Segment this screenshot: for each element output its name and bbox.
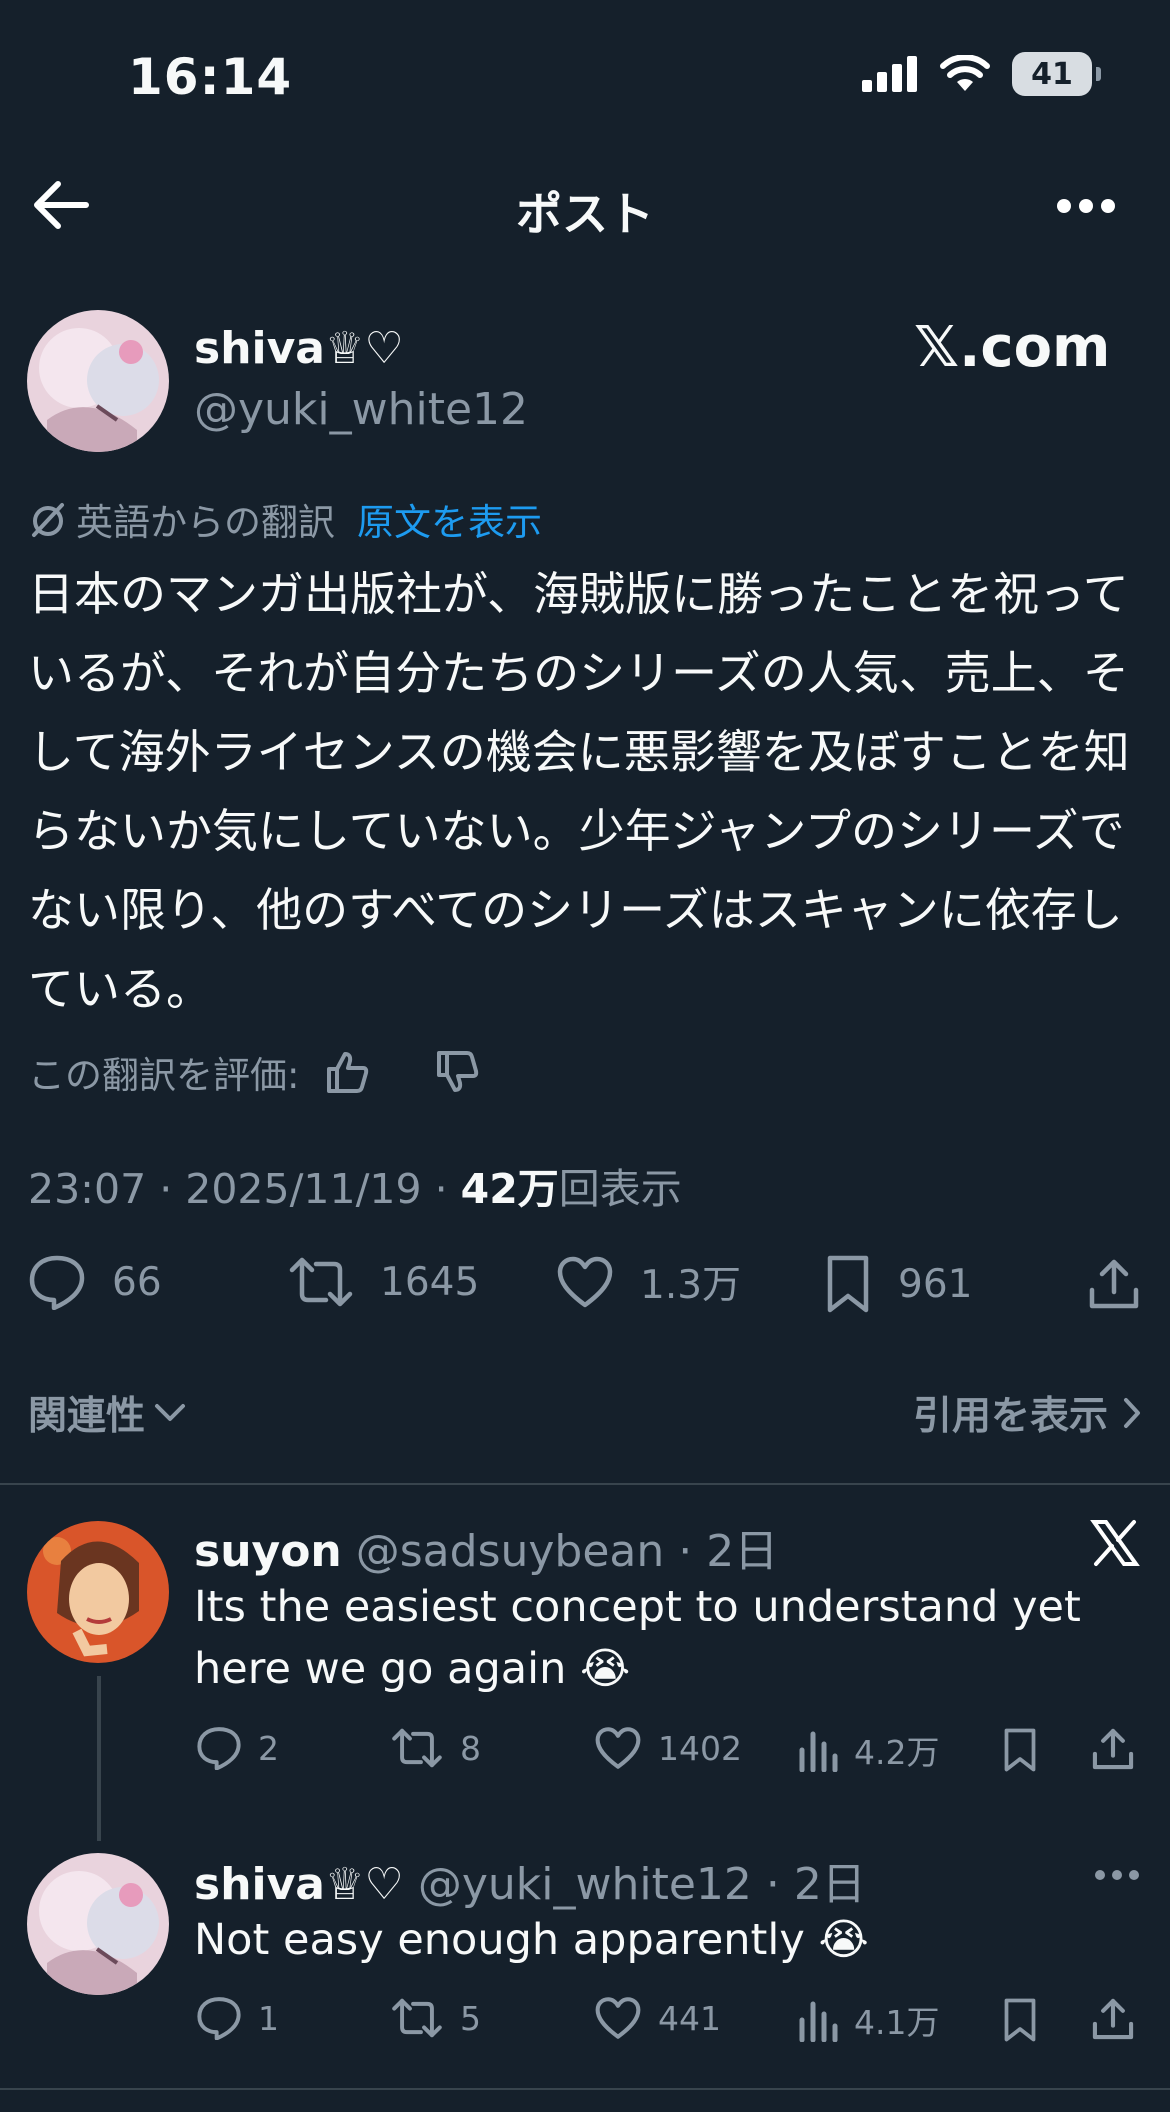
- reply-icon: [197, 1727, 241, 1770]
- like-count: 1402: [658, 1728, 742, 1768]
- share-icon[interactable]: [1090, 1726, 1136, 1772]
- author-handle[interactable]: @yuki_white12: [194, 384, 528, 435]
- reply-icon: [197, 1997, 241, 2040]
- reply-repost-button[interactable]: 5: [390, 1996, 481, 2040]
- x-logo-icon: [1090, 1520, 1140, 1566]
- post-body: 日本のマンガ出版社が、海賊版に勝ったことを祝っているが、それが自分たちのシリーズ…: [28, 567, 1130, 1016]
- rate-translation: この翻訳を評価:: [28, 1045, 479, 1099]
- show-original-link[interactable]: 原文を表示: [357, 492, 542, 546]
- bookmark-icon: [827, 1255, 869, 1313]
- repost-icon: [289, 1257, 353, 1307]
- watermark: 𝕏.com: [914, 315, 1111, 380]
- view-quotes-label: 引用を表示: [912, 1394, 1108, 1439]
- more-options-icon[interactable]: [1056, 198, 1116, 214]
- views-icon: [799, 2001, 838, 2042]
- reply-header: suyon @sadsuybean · 2日: [194, 1515, 778, 1579]
- chevron-right-icon: [1124, 1398, 1140, 1428]
- repost-icon: [392, 1728, 442, 1768]
- reply-author-handle[interactable]: @yuki_white12: [418, 1859, 752, 1910]
- status-icons: 41: [862, 52, 1101, 96]
- more-options-icon[interactable]: [1094, 1868, 1140, 1882]
- signal-icon: [862, 56, 917, 92]
- thumbs-up-icon[interactable]: [325, 1051, 369, 1093]
- reply-like-button[interactable]: 1402: [594, 1726, 742, 1770]
- share-icon[interactable]: [1086, 1256, 1142, 1312]
- bookmark-icon[interactable]: [1002, 1996, 1038, 2044]
- thread-line: [97, 1676, 101, 1841]
- views-count: 4.2万: [854, 1733, 940, 1772]
- wifi-icon: [940, 55, 990, 91]
- translate-icon: [32, 503, 64, 537]
- views-count: 42万: [460, 1165, 559, 1213]
- reply-repost-button[interactable]: 8: [390, 1726, 481, 1770]
- view-quotes-link[interactable]: 引用を表示: [913, 1385, 1142, 1441]
- reply-views-button[interactable]: 4.2万: [798, 1726, 939, 1774]
- reply-reply-button[interactable]: 2: [196, 1726, 279, 1770]
- like-count: 441: [658, 1998, 721, 2038]
- reply-author-name[interactable]: shiva♕♡: [194, 1859, 404, 1910]
- reply-avatar[interactable]: [27, 1521, 169, 1663]
- divider: [0, 1483, 1170, 1485]
- author-name[interactable]: shiva♕♡: [194, 323, 404, 374]
- repost-count: 1645: [380, 1259, 480, 1305]
- reply-icon: [29, 1255, 85, 1310]
- reply-time: · 2日: [678, 1526, 779, 1577]
- repost-button[interactable]: 1645: [288, 1254, 479, 1310]
- thumbs-down-icon[interactable]: [435, 1051, 479, 1093]
- repost-count: 8: [460, 1728, 481, 1768]
- heart-icon: [557, 1256, 613, 1308]
- reply-author-handle[interactable]: @sadsuybean: [356, 1526, 665, 1577]
- reply-count: 66: [112, 1259, 162, 1305]
- repost-icon: [392, 1998, 442, 2038]
- bookmark-count: 961: [898, 1261, 973, 1307]
- reply-header: shiva♕♡ @yuki_white12 · 2日: [194, 1848, 866, 1912]
- status-time: 16:14: [128, 48, 293, 106]
- translation-label: 英語からの翻訳: [76, 501, 335, 544]
- reply-count: 2: [258, 1728, 279, 1768]
- repost-count: 5: [460, 1998, 481, 2038]
- views-icon: [799, 1731, 838, 1772]
- views-count: 4.1万: [854, 2003, 940, 2042]
- like-button[interactable]: 1.3万: [556, 1254, 741, 1310]
- reply-avatar[interactable]: [27, 1853, 169, 1995]
- post-timestamp: 23:07 · 2025/11/19 ·: [28, 1165, 461, 1213]
- reply-views-button[interactable]: 4.1万: [798, 1996, 939, 2044]
- reply-text: Not easy enough apparently 😭: [194, 1915, 869, 1965]
- sort-label: 関連性: [28, 1394, 146, 1439]
- reply-time: · 2日: [765, 1859, 866, 1910]
- chevron-down-icon: [155, 1404, 186, 1421]
- reply-text: Its the easiest concept to understand ye…: [194, 1582, 1081, 1694]
- heart-icon: [595, 1727, 641, 1769]
- translation-bar: 英語からの翻訳 原文を表示: [28, 492, 542, 546]
- bookmark-button[interactable]: 961: [824, 1254, 972, 1314]
- reply-author-name[interactable]: suyon: [194, 1526, 342, 1577]
- divider: [0, 2088, 1170, 2090]
- reply-like-button[interactable]: 441: [594, 1996, 721, 2040]
- battery-icon: 41: [1012, 52, 1101, 96]
- page-title: ポスト: [516, 187, 654, 241]
- bookmark-icon[interactable]: [1002, 1726, 1038, 1774]
- post-meta: 23:07 · 2025/11/19 · 42万回表示: [28, 1155, 682, 1215]
- reply-reply-button[interactable]: 1: [196, 1996, 279, 2040]
- author-avatar[interactable]: [27, 310, 169, 452]
- share-icon[interactable]: [1090, 1996, 1136, 2042]
- reply-button[interactable]: 66: [28, 1254, 162, 1310]
- reply-count: 1: [258, 1998, 279, 2038]
- sort-dropdown[interactable]: 関連性: [28, 1385, 187, 1441]
- heart-icon: [595, 1997, 641, 2039]
- views-label: 回表示: [558, 1165, 682, 1213]
- like-count: 1.3万: [640, 1263, 742, 1308]
- rate-translation-label: この翻訳を評価:: [28, 1054, 300, 1097]
